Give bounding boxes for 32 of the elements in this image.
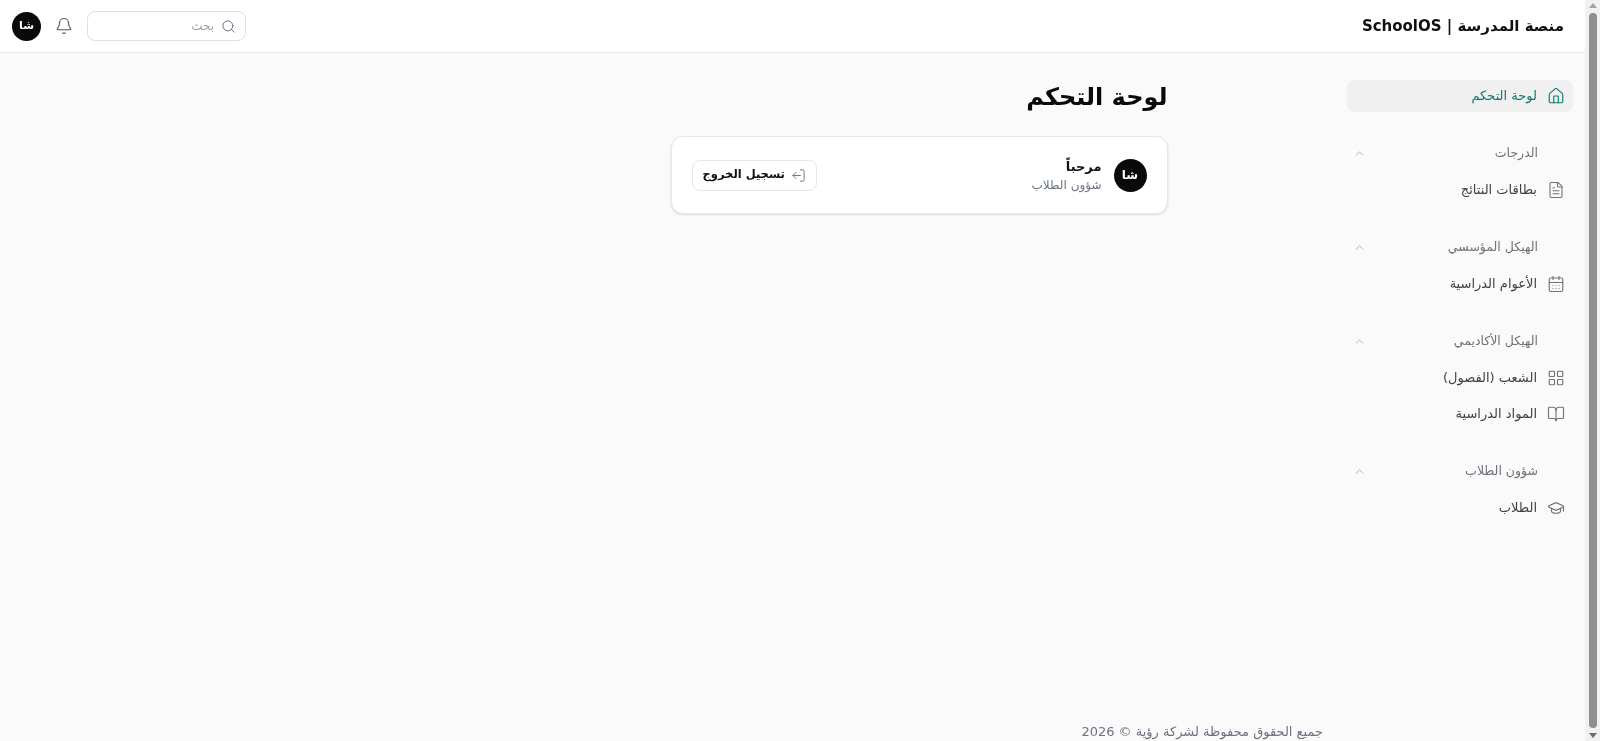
logout-button[interactable]: تسجيل الخروج <box>691 159 817 191</box>
scrollbar-thumb[interactable] <box>1588 13 1597 728</box>
app-title: منصة المدرسة | SchoolOS <box>1361 15 1564 37</box>
sidebar-section-toggle[interactable]: شؤون الطلاب <box>1347 457 1573 485</box>
user-avatar[interactable]: شا <box>12 11 41 41</box>
role-text: شؤون الطلاب <box>1031 177 1102 193</box>
sidebar-item[interactable]: المواد الدراسية <box>1347 398 1573 430</box>
sidebar-item[interactable]: بطاقات النتائج <box>1347 174 1573 206</box>
home-icon <box>1547 87 1565 105</box>
sidebar-item[interactable]: الطلاب <box>1347 492 1573 524</box>
search-icon <box>221 18 236 34</box>
search-field[interactable]: بحث <box>87 11 246 41</box>
profile-avatar: شا <box>1113 158 1147 192</box>
caret-down-icon[interactable] <box>1588 733 1597 738</box>
page-title: لوحة التحكم <box>1026 82 1168 113</box>
sidebar-item[interactable]: لوحة التحكم <box>1347 80 1573 112</box>
caret-up-icon[interactable] <box>1588 3 1597 8</box>
scrollbar-track[interactable] <box>1585 0 1600 741</box>
copyright-text: جميع الحقوق محفوظة لشركة رؤية © 2026 <box>1081 723 1323 741</box>
sidebar-item[interactable]: الأعوام الدراسية <box>1347 268 1573 300</box>
notification-bell-icon[interactable] <box>55 17 73 35</box>
sidebar-item[interactable]: الشعب (الفصول) <box>1347 362 1573 394</box>
sidebar-section-toggle[interactable]: الهيكل الأكاديمي <box>1347 327 1573 355</box>
logout-icon <box>790 167 806 183</box>
sidebar-section-toggle[interactable]: الدرجات <box>1347 139 1573 167</box>
sidebar-section-toggle[interactable]: الهيكل المؤسسي <box>1347 233 1573 261</box>
greeting-text: مرحباً <box>1064 157 1102 176</box>
document-icon <box>1547 181 1565 199</box>
calendar-icon <box>1547 275 1565 293</box>
open-book-icon <box>1547 405 1565 423</box>
graduation-cap-icon <box>1547 499 1565 517</box>
grid-icon <box>1547 369 1565 387</box>
